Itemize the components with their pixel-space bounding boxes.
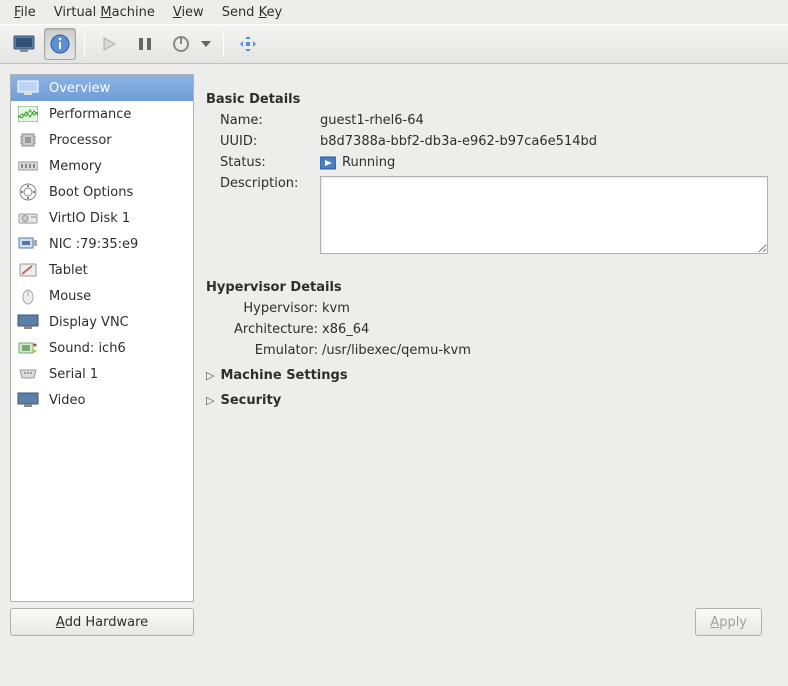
sidebar-item-label: Tablet [49, 263, 88, 278]
sidebar-item-performance[interactable]: Performance [11, 101, 193, 127]
monitor-icon [17, 391, 39, 409]
status-label: Status: [220, 155, 320, 170]
monitor-icon [17, 313, 39, 331]
sidebar-item-memory[interactable]: Memory [11, 153, 193, 179]
fullscreen-button[interactable] [232, 28, 264, 60]
sidebar-item-sound[interactable]: Sound: ich6 [11, 335, 193, 361]
running-icon [320, 156, 336, 170]
apply-button[interactable]: Apply [695, 608, 762, 636]
power-menu-dropdown[interactable] [197, 28, 215, 60]
sidebar-item-label: Serial 1 [49, 367, 98, 382]
sidebar-item-label: VirtIO Disk 1 [49, 211, 130, 226]
uuid-label: UUID: [220, 134, 320, 149]
status-value: Running [342, 155, 395, 170]
sidebar-item-label: Mouse [49, 289, 91, 304]
hardware-list: Overview Performance Processor Memory Bo… [10, 74, 194, 602]
pause-button[interactable] [129, 28, 161, 60]
sound-icon [17, 339, 39, 357]
sidebar-item-video[interactable]: Video [11, 387, 193, 413]
hypervisor-value: kvm [322, 301, 768, 316]
architecture-value: x86_64 [322, 322, 768, 337]
menu-bar: File Virtual Machine View Send Key [0, 0, 788, 24]
sidebar-item-display-vnc[interactable]: Display VNC [11, 309, 193, 335]
security-expander[interactable]: ▷ Security [206, 393, 768, 408]
sidebar-item-label: Processor [49, 133, 112, 148]
main-area: Overview Performance Processor Memory Bo… [0, 64, 788, 646]
sidebar-item-virtio-disk-1[interactable]: VirtIO Disk 1 [11, 205, 193, 231]
sidebar-item-label: Display VNC [49, 315, 129, 330]
description-label: Description: [220, 176, 320, 191]
sidebar: Overview Performance Processor Memory Bo… [10, 74, 194, 636]
disk-icon [17, 209, 39, 227]
menu-virtual-machine[interactable]: Virtual Machine [46, 2, 163, 23]
security-label: Security [220, 393, 281, 408]
emulator-value: /usr/libexec/qemu-kvm [322, 343, 768, 358]
sidebar-item-processor[interactable]: Processor [11, 127, 193, 153]
basic-details-title: Basic Details [206, 92, 768, 107]
sidebar-item-overview[interactable]: Overview [11, 75, 193, 101]
sidebar-item-tablet[interactable]: Tablet [11, 257, 193, 283]
sidebar-item-nic[interactable]: NIC :79:35:e9 [11, 231, 193, 257]
chevron-right-icon: ▷ [206, 394, 214, 407]
sidebar-item-label: Memory [49, 159, 102, 174]
nic-icon [17, 235, 39, 253]
mouse-icon [17, 287, 39, 305]
sidebar-item-mouse[interactable]: Mouse [11, 283, 193, 309]
details-pane: Basic Details Name: guest1-rhel6-64 UUID… [202, 74, 778, 636]
sidebar-item-serial-1[interactable]: Serial 1 [11, 361, 193, 387]
hypervisor-label: Hypervisor: [220, 301, 322, 316]
add-hardware-button[interactable]: Add Hardware [10, 608, 194, 636]
menu-view[interactable]: View [165, 2, 212, 23]
menu-send-key[interactable]: Send Key [214, 2, 290, 23]
console-button[interactable] [8, 28, 40, 60]
power-button[interactable] [165, 28, 197, 60]
sidebar-item-label: Overview [49, 81, 110, 96]
performance-icon [17, 105, 39, 123]
boot-icon [17, 183, 39, 201]
name-value: guest1-rhel6-64 [320, 113, 768, 128]
uuid-value: b8d7388a-bbf2-db3a-e962-b97ca6e514bd [320, 134, 768, 149]
monitor-icon [17, 79, 39, 97]
hypervisor-details-title: Hypervisor Details [206, 280, 768, 295]
tablet-icon [17, 261, 39, 279]
toolbar [0, 24, 788, 64]
name-label: Name: [220, 113, 320, 128]
sidebar-item-boot-options[interactable]: Boot Options [11, 179, 193, 205]
details-button[interactable] [44, 28, 76, 60]
sidebar-item-label: Boot Options [49, 185, 133, 200]
sidebar-item-label: Performance [49, 107, 131, 122]
emulator-label: Emulator: [220, 343, 322, 358]
menu-file[interactable]: File [6, 2, 44, 23]
run-button[interactable] [93, 28, 125, 60]
serial-icon [17, 365, 39, 383]
description-textarea[interactable] [320, 176, 768, 254]
sidebar-item-label: Sound: ich6 [49, 341, 126, 356]
sidebar-item-label: NIC :79:35:e9 [49, 237, 138, 252]
memory-icon [17, 157, 39, 175]
architecture-label: Architecture: [220, 322, 322, 337]
sidebar-item-label: Video [49, 393, 85, 408]
cpu-icon [17, 131, 39, 149]
machine-settings-label: Machine Settings [220, 368, 347, 383]
machine-settings-expander[interactable]: ▷ Machine Settings [206, 368, 768, 383]
chevron-right-icon: ▷ [206, 369, 214, 382]
